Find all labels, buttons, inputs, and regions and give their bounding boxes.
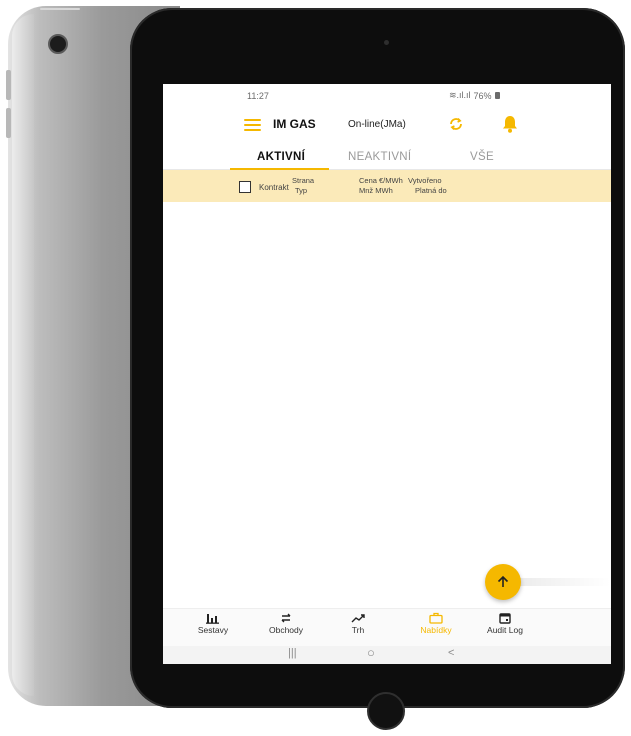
tablet-edge-highlight <box>12 14 34 696</box>
bottom-navigation: Sestavy Obchody Trh Nabídky Audit Log <box>163 608 611 647</box>
nav-item-trh[interactable]: Trh <box>328 612 388 635</box>
column-valid-until[interactable]: Platná do <box>415 186 447 196</box>
column-quantity[interactable]: Mnž MWh <box>359 186 393 196</box>
tab-all[interactable]: VŠE <box>470 151 494 163</box>
status-bar: 11:27 ≋.ıl.ıl 76% <box>163 84 611 110</box>
bar-chart-icon <box>206 614 219 624</box>
battery-level: 76% <box>473 90 492 101</box>
nav-item-obchody[interactable]: Obchody <box>256 612 316 635</box>
status-time: 11:27 <box>247 91 269 101</box>
trending-up-icon <box>351 614 365 623</box>
nav-label: Audit Log <box>487 625 523 635</box>
column-type[interactable]: Typ <box>295 186 307 196</box>
fab-shadow <box>515 578 611 586</box>
app-title: IM GAS <box>273 117 316 131</box>
sync-icon[interactable] <box>447 115 465 133</box>
tab-active[interactable]: AKTIVNÍ <box>257 151 305 163</box>
tab-inactive[interactable]: NEAKTIVNÍ <box>348 151 411 163</box>
column-contract[interactable]: Kontrakt <box>259 183 289 192</box>
bell-icon[interactable] <box>501 114 519 134</box>
home-button[interactable] <box>367 692 405 730</box>
arrow-up-icon <box>497 575 509 587</box>
nav-label: Sestavy <box>197 625 229 635</box>
recents-button[interactable]: ||| <box>288 647 297 659</box>
nav-label: Trh <box>351 625 365 635</box>
table-header-row: Kontrakt Strana Typ Cena €/MWh Mnž MWh V… <box>163 170 611 202</box>
swap-arrows-icon <box>281 613 291 623</box>
app-screen: 11:27 ≋.ıl.ıl 76% IM GAS On-line(JMa) AK… <box>163 84 611 664</box>
home-nav-button[interactable]: ○ <box>367 645 375 660</box>
column-created[interactable]: Vytvořeno <box>408 176 442 186</box>
volume-up-button <box>6 70 11 100</box>
column-price[interactable]: Cena €/MWh <box>359 176 403 186</box>
system-navigation-bar: ||| ○ < <box>163 645 611 664</box>
rear-camera <box>48 34 68 54</box>
column-side[interactable]: Strana <box>292 176 314 186</box>
tablet-top-button <box>40 8 80 10</box>
nav-label: Obchody <box>268 625 304 635</box>
back-button[interactable]: < <box>448 647 454 659</box>
volume-down-button <box>6 108 11 138</box>
menu-icon[interactable] <box>244 119 261 131</box>
status-indicators: ≋.ıl.ıl 76% <box>449 90 500 101</box>
nav-item-nabidky[interactable]: Nabídky <box>406 612 466 635</box>
connection-status: On-line(JMa) <box>348 119 406 130</box>
briefcase-icon <box>429 612 443 624</box>
calendar-icon <box>499 613 511 624</box>
nav-label: Nabídky <box>420 625 452 635</box>
scroll-top-button[interactable] <box>485 564 521 600</box>
front-camera <box>384 40 389 45</box>
app-bar: IM GAS On-line(JMa) <box>163 110 611 144</box>
signal-icon: ≋.ıl.ıl <box>449 90 471 100</box>
select-all-checkbox[interactable] <box>239 181 251 193</box>
tab-bar: AKTIVNÍ NEAKTIVNÍ VŠE <box>163 148 611 170</box>
battery-icon <box>494 92 500 99</box>
nav-item-audit-log[interactable]: Audit Log <box>475 612 535 635</box>
nav-item-sestavy[interactable]: Sestavy <box>183 612 243 635</box>
